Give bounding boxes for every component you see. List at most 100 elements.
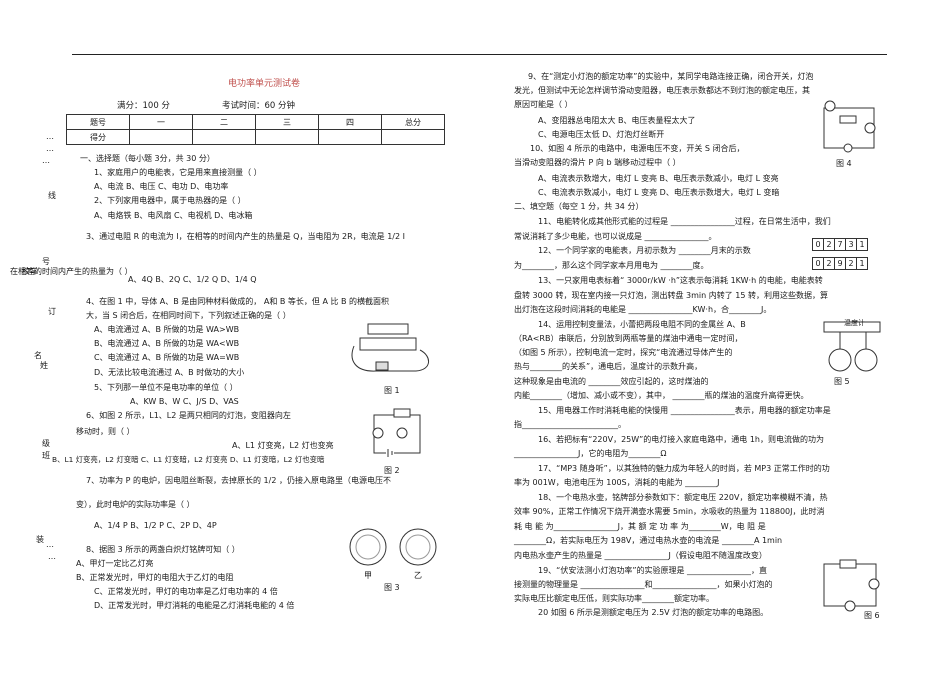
score-header-cell: 二 [192, 114, 256, 130]
score-row-label: 得分 [66, 129, 130, 145]
score-table: 题号 一 二 三 四 总分 得分 [66, 114, 445, 145]
question-text: ________________J，它的电阻为________Ω [514, 449, 667, 458]
section-title: 一、选择题（每小题 3分，共 30 分） [80, 154, 215, 163]
question-text: 原因可能是（ ） [514, 100, 573, 109]
option-row: C、电流表示数减小，电灯 L 变亮 D、电压表示数增大，电灯 L 变暗 [538, 188, 780, 197]
score-cell[interactable] [318, 129, 382, 145]
figure-1-caption: 图 1 [384, 386, 400, 395]
option-row: A、变阻器总电阻太大 B、电压表量程太大了 [538, 116, 696, 125]
option-row: B、L1 灯变亮，L2 灯变暗 C、L1 灯变暗，L2 灯变亮 D、L1 灯变暗… [52, 455, 325, 464]
question-text: 7、功率为 P 的电炉，因电阻丝断裂，去掉原长的 1/2 ，仍接入原电路里（电源… [86, 476, 391, 485]
figure-6-circuit [823, 559, 880, 612]
binding-label: 号 [42, 257, 50, 266]
question-text: 接测量的物理量是 ________________和______________… [514, 580, 773, 589]
question-text: 5、下列那一单位不是电功率的单位（ ） [94, 383, 238, 392]
score-header-cell: 总分 [381, 114, 445, 130]
question-text: 这种现象是由电流的 ________效应引起的，这时煤油的 [514, 377, 709, 386]
score-table-header: 题号 一 二 三 四 总分 [66, 114, 445, 130]
score-header-cell: 四 [318, 114, 382, 130]
question-text: 出灯泡在这段时间消耗的电能是 ________________KW·h，合___… [514, 305, 772, 314]
option-row: A、KW B、W C、J/S D、VAS [130, 397, 239, 406]
question-text: 2、下列家用电器中，属于电热器的是（ ） [94, 196, 246, 205]
question-text: 内能________（增加、减小或不变），其中， ________瓶的煤油的温度… [514, 391, 809, 400]
meter-digit: 2 [846, 257, 857, 270]
figure-5-label: 温度计 [844, 319, 865, 327]
score-header-cell: 一 [129, 114, 193, 130]
question-text: 6、如图 2 所示，L1、L2 是两只相同的灯泡，变阻器向左 [86, 411, 291, 420]
full-score: 满分：100 分 [117, 101, 170, 111]
page-title: 电功率单元测试卷 [228, 79, 301, 89]
option-row: C、正常发光时，甲灯的电功率是乙灯电功率的 4 倍 [94, 587, 278, 596]
figure-4-caption: 图 4 [836, 159, 852, 168]
option-row: A、电流 B、电压 C、电功 D、电功率 [94, 182, 229, 191]
score-cell[interactable] [192, 129, 256, 145]
figure-4-circuit [823, 100, 876, 153]
option-row: D、无法比较电流通过 A、B 时做功的大小 [94, 368, 245, 377]
question-text: ________Ω，若实际电压为 198V，通过电热水壶的电流是 _______… [514, 536, 783, 545]
question-text: 移动时，则（ ） [76, 427, 135, 436]
question-text: 10、如图 4 所示的电路中，电源电压不变，开关 S 闭合后， [530, 144, 745, 153]
binding-dots: … [46, 132, 54, 141]
question-text: 常说消耗了多少电能，也可以说成是 ________________。 [514, 232, 717, 241]
question-text: 17、“MP3 随身听”，以其独特的魅力成为年轻人的时尚，若 MP3 正常工作时… [538, 464, 830, 473]
question-text: 盘转 3000 转，现在室内接一只灯泡，测出转盘 3min 内转了 15 转，利… [514, 291, 828, 300]
binding-dots: … [46, 144, 54, 153]
question-text: 指________________________。 [514, 420, 626, 429]
score-cell[interactable] [129, 129, 193, 145]
question-text: 效率 90%，正常工作情况下烧开满壶水需要 5min，水吸收的热量为 11880… [514, 507, 825, 516]
question-text: 3、通过电阻 R 的电流为 I，在相等的时间内产生的热量是 Q，当电阻为 2R，… [86, 232, 405, 241]
option-row: D、正常发光时，甲灯消耗的电能是乙灯消耗电能的 4 倍 [94, 601, 295, 610]
question-text: 耗 电 能 为________________J，其 额 定 功 率 为____… [514, 522, 766, 531]
option-row: A、L1 灯变亮，L2 灯也变亮 [232, 441, 334, 450]
figure-3-lamps [349, 528, 437, 566]
meter-digit: 1 [857, 257, 868, 270]
question-text: （如图 5 所示），控制电流一定时，探究“电流通过导体产生的 [514, 348, 733, 357]
question-text: 8、据图 3 所示的两盏白炽灯铭牌可知（ ） [86, 545, 240, 554]
question-text: 发光，但测试中无论怎样调节滑动变阻器，电压表示数都达不到灯泡的额定电压，其 [514, 86, 810, 95]
question-text: （RA<RB）串联后，分别放到两瓶等量的煤油中通电一定时间， [514, 334, 743, 343]
question-text: 当滑动变阻器的滑片 P 向 b 端移动过程中（ ） [514, 158, 681, 167]
binding-label: 班 [42, 451, 50, 460]
score-header-cell: 三 [255, 114, 319, 130]
question-text: 18、一个电热水壶，铭牌部分参数如下：额定电压 220V，额定功率模糊不清，热 [538, 493, 828, 502]
question-text: 15、用电器工作时消耗电能的快慢用 ________________表示，用电器… [538, 406, 831, 415]
meter-digit: 0 [812, 238, 824, 251]
question-text: 12、一个同学家的电能表，月初示数为 ________月末的示数 [538, 246, 751, 255]
question-text: 1、家庭用户的电能表，它是用来直接测量（ ） [94, 168, 262, 177]
question-text: 11、电能转化成其他形式能的过程是 ________________过程，在日常… [538, 217, 831, 226]
question-text: 变），此时电炉的实际功率是（ ） [76, 500, 195, 509]
question-text: 内电热水壶产生的热量是 ________________J（假设电阻不随温度改变… [514, 551, 767, 560]
figure-6-caption: 图 6 [864, 611, 880, 620]
meter-digit: 1 [857, 238, 868, 251]
question-text: 13、一只家用电表标着“ 3000r/kW ·h”这表示每消耗 1KW·h 的电… [538, 276, 823, 285]
binding-label: 订 [48, 307, 56, 316]
binding-label: 装 [36, 535, 44, 544]
figure-3-caption: 图 3 [384, 583, 400, 592]
exam-time: 考试时间：60 分钟 [222, 101, 296, 111]
option-row: A、电烙铁 B、电风扇 C、电视机 D、电冰箱 [94, 211, 253, 220]
question-text: 率为 001W，电池电压为 100S，消耗的电能为 ________J [514, 478, 720, 487]
figure-2-caption: 图 2 [384, 466, 400, 475]
binding-label: 姓 [40, 361, 48, 370]
option-row: C、电流通过 A、B 所做的功是 WA=WB [94, 353, 240, 362]
figure-3-lamp-label: 甲 [364, 571, 372, 580]
question-text: 4、在图 1 中，导体 A、B 是由同种材料做成的， A和 B 等长，但 A 比… [86, 297, 390, 306]
binding-label: 级 [42, 439, 50, 448]
meter-digit: 2 [824, 238, 835, 251]
question-text: 在相等的时间内产生的热量为（ ） [10, 267, 133, 276]
section-title: 二、填空题（每空 1 分，共 34 分） [514, 202, 644, 211]
question-text: 实际电压比额定电压低，则实际功率________额定功率。 [514, 594, 714, 603]
option-row: A、电流表示数增大，电灯 L 变亮 B、电压表示数减小，电灯 L 变亮 [538, 174, 779, 183]
figure-5-caption: 图 5 [834, 377, 850, 386]
option-row: A、电流通过 A、B 所做的功是 WA>WB [94, 325, 240, 334]
binding-dots: … [46, 540, 54, 549]
binding-dots: … [48, 552, 56, 561]
meter-digit: 0 [812, 257, 824, 270]
score-cell[interactable] [381, 129, 445, 145]
question-text: 热与________的关系”，通电后，温度计的示数升高， [514, 362, 703, 371]
score-header-cell: 题号 [66, 114, 130, 130]
header-rule [72, 54, 887, 55]
figure-3-lamp-label: 乙 [414, 571, 422, 580]
meter-digit: 3 [846, 238, 857, 251]
score-cell[interactable] [255, 129, 319, 145]
